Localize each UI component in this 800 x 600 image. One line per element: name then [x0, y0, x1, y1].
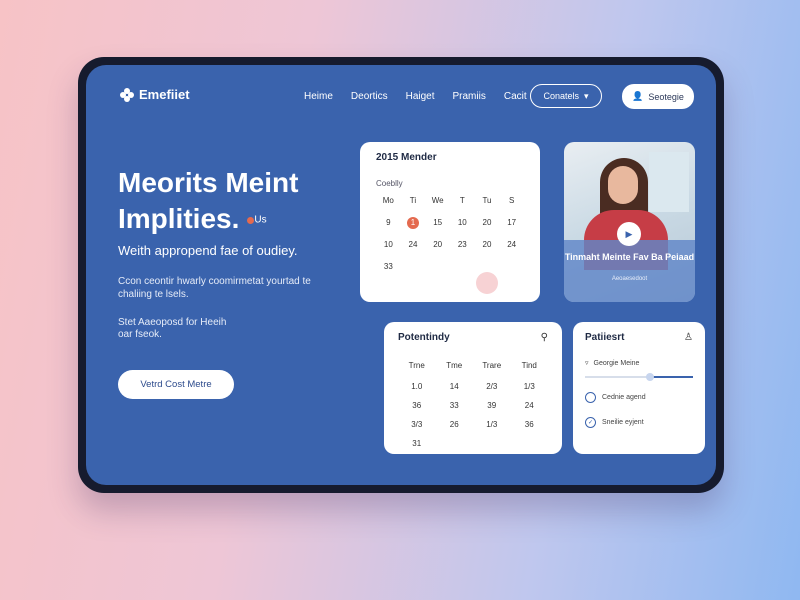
nav-item-doctors[interactable]: Deortics	[351, 91, 388, 102]
patient-option-label: Cednie agend	[602, 394, 646, 401]
table-cell: 3/3	[411, 420, 423, 429]
hero-description: Ccon ceontir hwarly coomirmetat yourtad …	[118, 276, 311, 300]
top-nav: Heime Deortics Haiget Pramiis Cacit	[304, 91, 545, 102]
table-cell: 1.0	[411, 382, 423, 391]
activity-columns: Trne Tme Trare Tind	[398, 361, 548, 370]
nav-item-home[interactable]: Heime	[304, 91, 333, 102]
flower-icon	[120, 87, 134, 102]
nav-item-programs[interactable]: Pramiis	[453, 91, 486, 102]
hero-title-line2: Implities. Us	[118, 201, 358, 239]
patient-option[interactable]: Cednie agend	[585, 392, 693, 403]
column-header: Trne	[408, 361, 425, 370]
background-window	[649, 152, 689, 212]
calendar-day-today[interactable]: 1	[401, 216, 426, 229]
patient-option-label: Sneilie eyjent	[602, 419, 644, 426]
activity-table: 1.0 14 2/3 1/3 36 33 39 24 3/3 26 1/3 36…	[398, 382, 548, 448]
table-cell: 39	[487, 401, 497, 410]
hero-title-line1: Meorits Meint	[118, 167, 299, 198]
calendar-day[interactable]: 24	[499, 240, 524, 249]
calendar-day[interactable]: 10	[376, 240, 401, 249]
user-icon: 👤	[632, 91, 644, 101]
calendar-day[interactable]: 9	[376, 218, 401, 227]
hero-badge: Us	[254, 214, 267, 226]
calendar-day[interactable]: 24	[401, 240, 426, 249]
slider-thumb[interactable]	[645, 373, 654, 381]
activity-title: Potentindy	[398, 332, 450, 343]
weekday-label: We	[431, 196, 444, 205]
table-cell: 36	[524, 420, 534, 429]
person-icon[interactable]: ♙	[684, 332, 693, 343]
patient-slider[interactable]	[585, 373, 693, 381]
calendar-day[interactable]: 17	[499, 218, 524, 227]
hero-extra-text: Stet Aaeoposd for Heeih oar fseok.	[118, 317, 227, 340]
hero-title: Meorits Meint Implities. Us	[118, 165, 358, 239]
calendar-day[interactable]: 10	[450, 218, 475, 227]
contacts-dropdown-button[interactable]: Conatels ▾	[530, 84, 602, 108]
video-title: Tinmaht Meinte Fav Ba Peiaad	[564, 252, 695, 262]
calendar-grid: Mo Ti We T Tu S 9 1 15 10 20 17 10 24 20…	[376, 196, 524, 271]
contacts-label: Conatels	[543, 91, 579, 101]
brand-logo[interactable]: Emefiiet	[120, 87, 190, 102]
cta-button[interactable]: Vetrd Cost Metre	[118, 370, 234, 399]
patient-card: Patiiesrt ♙ ▿ Georgie Meine Cednie agend…	[573, 322, 705, 454]
table-cell: 26	[449, 420, 459, 429]
play-icon[interactable]: ▶	[617, 222, 641, 246]
today-label: 1	[410, 218, 416, 227]
calendar-title: 2015 Mender	[376, 152, 437, 163]
nav-item-contact[interactable]: Cacit	[504, 91, 527, 102]
table-cell: 14	[449, 382, 459, 391]
activity-header: Potentindy ⚲	[398, 332, 548, 343]
tablet-frame: Emefiiet Heime Deortics Haiget Pramiis C…	[78, 57, 724, 493]
calendar-selected-day[interactable]	[476, 272, 498, 294]
table-cell: 2/3	[486, 382, 498, 391]
brand-name: Emefiiet	[139, 87, 190, 102]
calendar-day[interactable]: 33	[376, 262, 401, 271]
weekday-label: Ti	[409, 196, 417, 205]
doctor-photo-face	[608, 166, 638, 204]
table-cell: 24	[524, 401, 534, 410]
activity-card: Potentindy ⚲ Trne Tme Trare Tind 1.0 14 …	[384, 322, 562, 454]
search-icon[interactable]: ⚲	[541, 332, 548, 343]
table-cell: 31	[412, 439, 422, 448]
weekday-label: Mo	[382, 196, 394, 205]
calendar-day[interactable]: 15	[425, 218, 450, 227]
table-cell: 1/3	[486, 420, 498, 429]
circle-check-icon	[585, 392, 596, 403]
hero-title-text: Implities.	[118, 203, 240, 234]
column-header: Tind	[521, 361, 537, 370]
column-header: Trare	[482, 361, 502, 370]
calendar-day[interactable]: 20	[475, 240, 500, 249]
calendar-card: 2015 Mender Coeblly Mo Ti We T Tu S 9 1 …	[360, 142, 540, 302]
filter-label: Georgie Meine	[593, 359, 640, 367]
circle-check-icon: ✓	[585, 417, 596, 428]
hero-subtitle: Weith appropend fae of oudiey.	[118, 243, 298, 258]
weekday-label: Tu	[482, 196, 492, 205]
video-overlay	[564, 240, 695, 302]
app-screen: Emefiiet Heime Deortics Haiget Pramiis C…	[86, 65, 716, 485]
column-header: Tme	[446, 361, 463, 370]
video-card[interactable]: ▶ Tinmaht Meinte Fav Ba Peiaad Aeoaesedo…	[564, 142, 695, 302]
weekday-label: S	[508, 196, 515, 205]
patient-option[interactable]: ✓ Sneilie eyjent	[585, 417, 693, 428]
table-cell: 33	[449, 401, 459, 410]
chevron-down-icon: ▾	[584, 90, 589, 101]
filter-icon: ▿	[585, 360, 589, 367]
signin-button[interactable]: 👤 Seotegie	[622, 84, 694, 109]
calendar-day[interactable]: 20	[475, 218, 500, 227]
signin-label: Seotegie	[648, 91, 684, 102]
table-cell: 1/3	[523, 382, 535, 391]
patient-header: Patiiesrt ♙	[585, 332, 693, 343]
calendar-day[interactable]: 23	[450, 240, 475, 249]
patient-title: Patiiesrt	[585, 332, 625, 343]
calendar-day[interactable]: 20	[425, 240, 450, 249]
table-cell: 36	[412, 401, 422, 410]
video-subtitle: Aeoaesedoot	[611, 276, 648, 282]
calendar-month: Coeblly	[376, 179, 403, 188]
weekday-label: T	[459, 196, 465, 205]
slider-fill	[649, 376, 693, 378]
patient-filter[interactable]: ▿ Georgie Meine	[585, 359, 693, 368]
nav-item-health[interactable]: Haiget	[406, 91, 435, 102]
